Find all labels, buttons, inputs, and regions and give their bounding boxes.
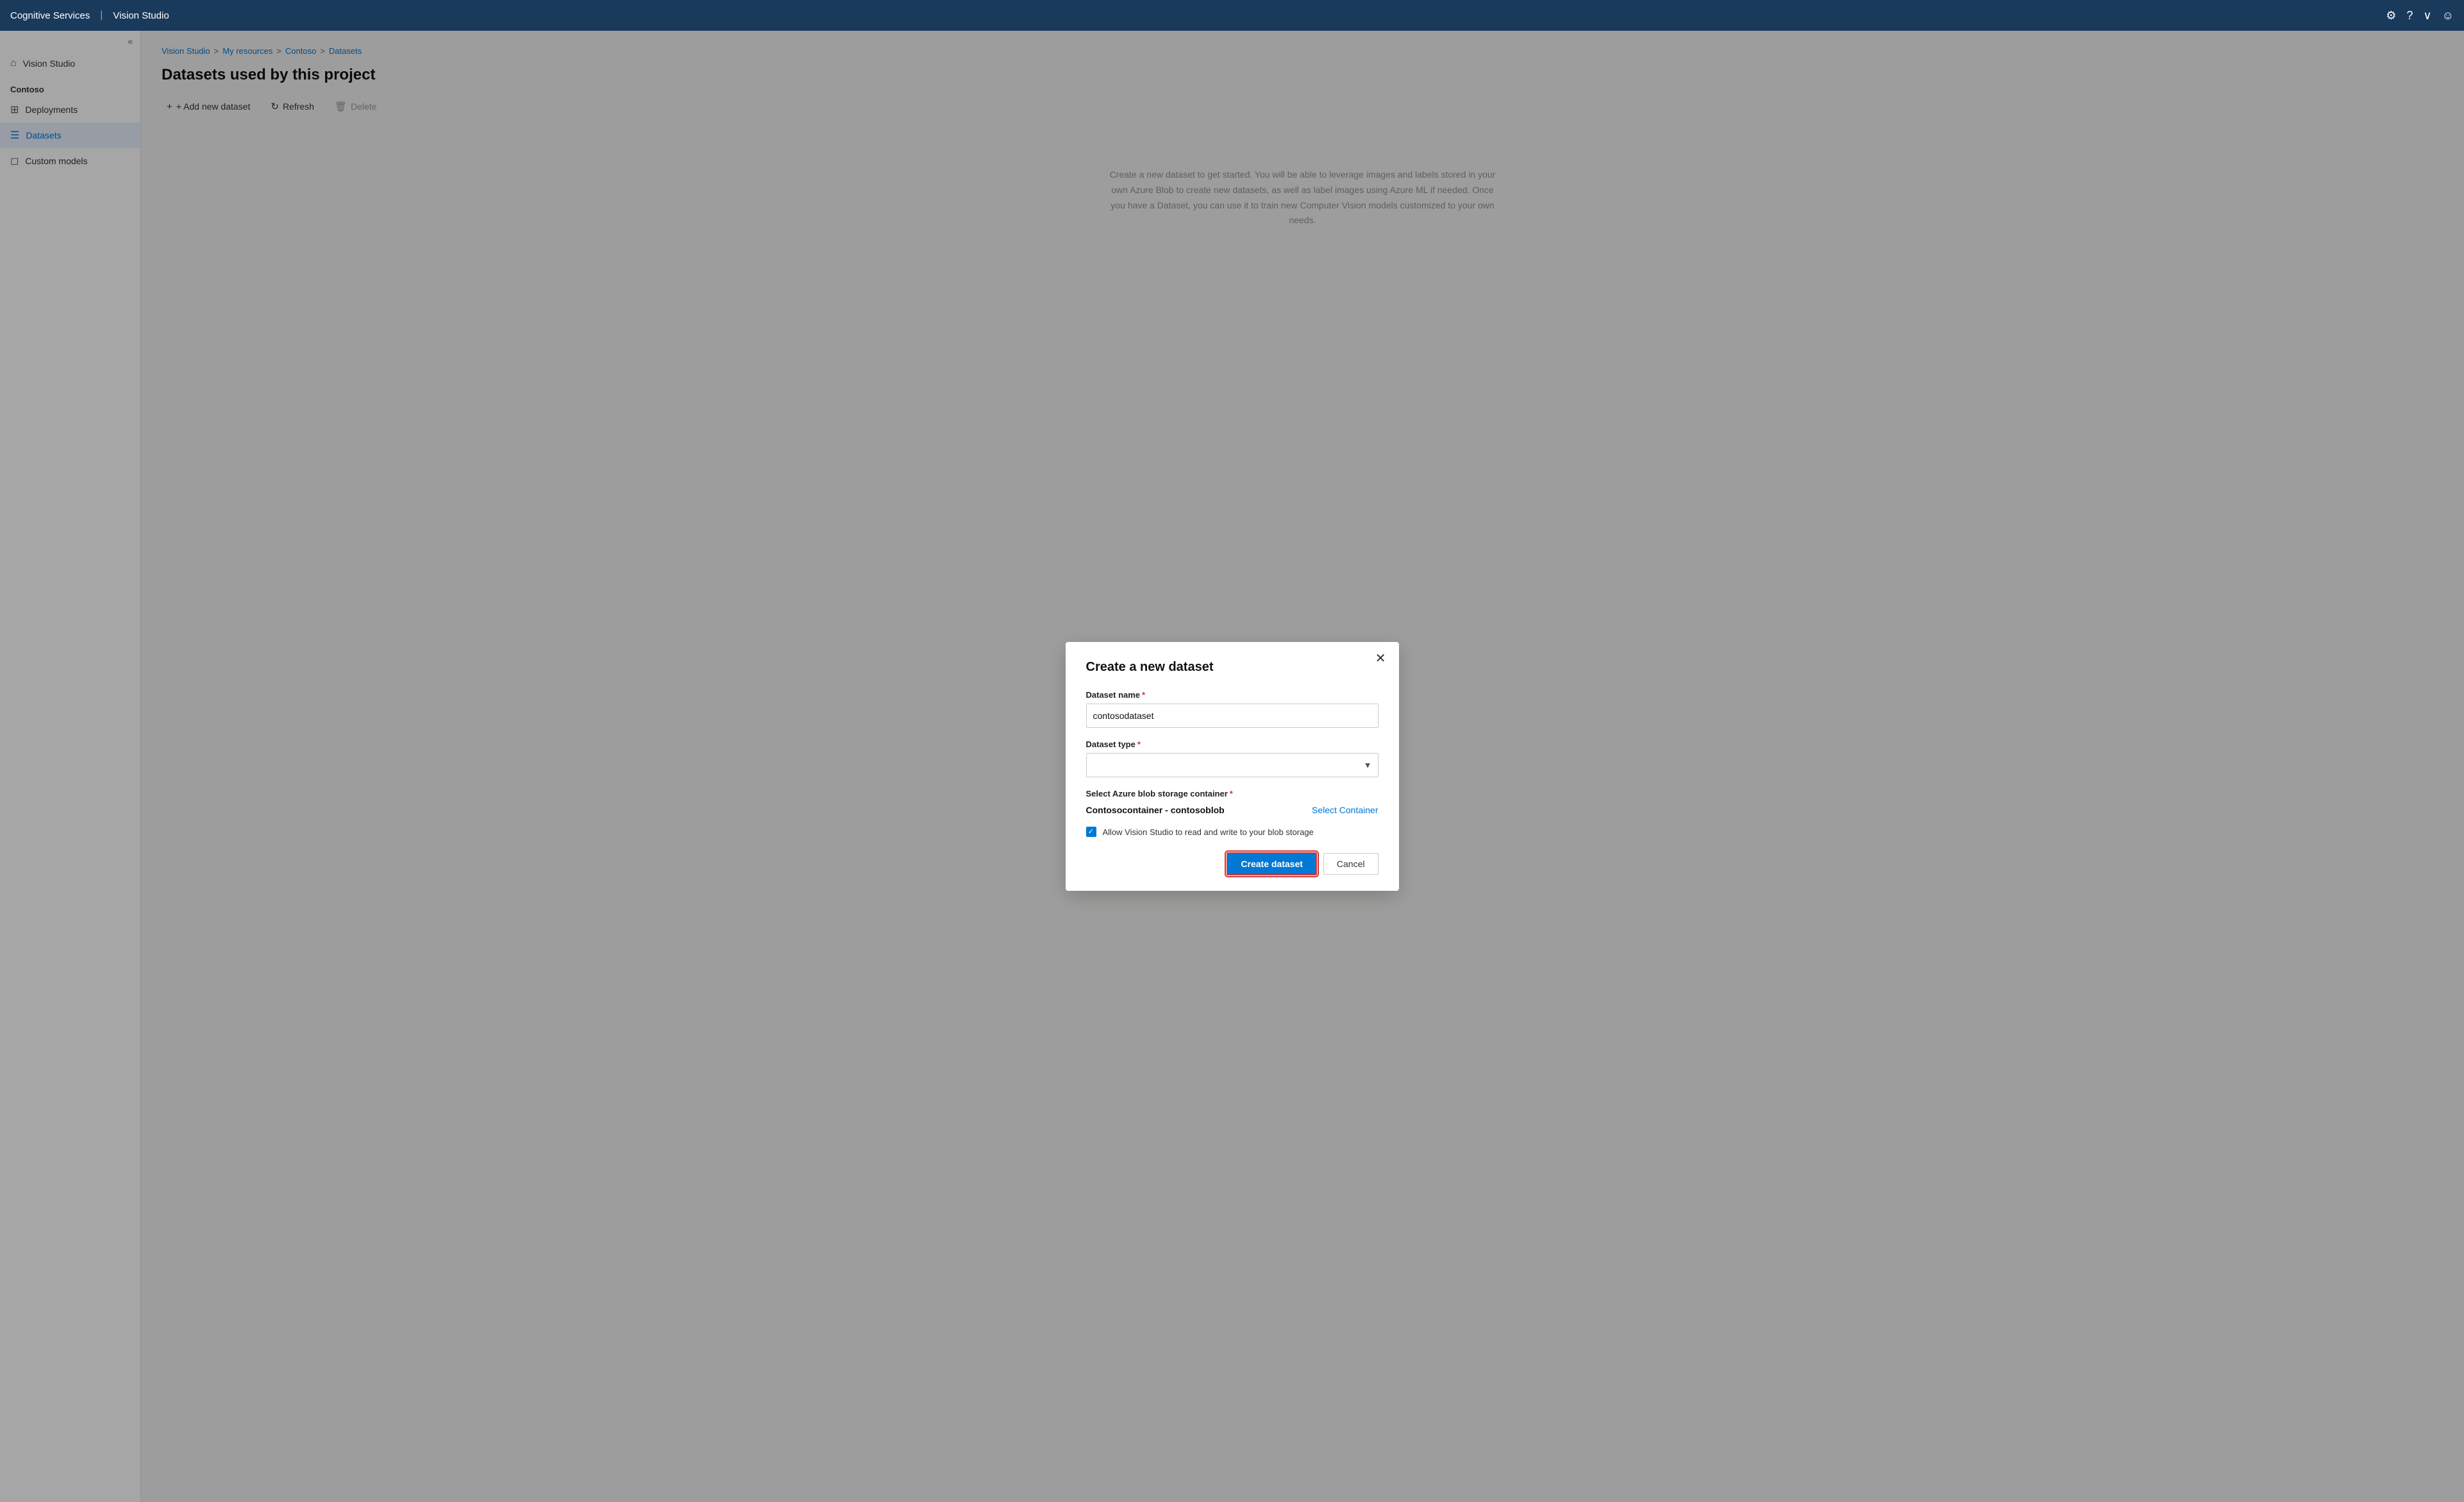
topbar: Cognitive Services | Vision Studio ⚙ ? ∨… [0, 0, 2464, 31]
help-icon[interactable]: ? [2406, 9, 2413, 22]
topbar-left: Cognitive Services | Vision Studio [10, 10, 169, 21]
dataset-name-group: Dataset name * [1086, 690, 1379, 728]
create-dataset-dialog: Create a new dataset ✕ Dataset name * Da… [1066, 642, 1399, 891]
dataset-name-input[interactable] [1086, 704, 1379, 728]
storage-row: Contosocontainer - contosoblob Select Co… [1086, 805, 1379, 815]
check-mark-icon: ✓ [1088, 829, 1094, 836]
checkbox-row: ✓ Allow Vision Studio to read and write … [1086, 827, 1379, 837]
topbar-brand: Cognitive Services [10, 10, 90, 21]
dataset-type-group: Dataset type * ▼ [1086, 739, 1379, 777]
cancel-button[interactable]: Cancel [1323, 853, 1379, 875]
settings-icon[interactable]: ⚙ [2386, 9, 2396, 22]
select-container-link[interactable]: Select Container [1312, 805, 1379, 815]
dataset-type-select-wrapper: ▼ [1086, 753, 1379, 777]
dialog-close-button[interactable]: ✕ [1375, 652, 1386, 665]
required-star-storage: * [1230, 789, 1233, 798]
dataset-name-label: Dataset name * [1086, 690, 1379, 700]
dataset-type-select[interactable] [1086, 753, 1379, 777]
storage-container-name: Contosocontainer - contosoblob [1086, 805, 1225, 815]
required-star-type: * [1137, 739, 1141, 749]
required-star: * [1142, 690, 1145, 700]
storage-label: Select Azure blob storage container * [1086, 789, 1379, 798]
checkbox-label: Allow Vision Studio to read and write to… [1103, 827, 1314, 837]
allow-access-checkbox[interactable]: ✓ [1086, 827, 1096, 837]
dropdown-icon[interactable]: ∨ [2423, 9, 2431, 22]
dialog-actions: Create dataset Cancel [1086, 852, 1379, 875]
create-dataset-button[interactable]: Create dataset [1227, 852, 1317, 875]
user-icon[interactable]: ☺ [2442, 9, 2454, 22]
topbar-right: ⚙ ? ∨ ☺ [2386, 9, 2454, 22]
dataset-type-label: Dataset type * [1086, 739, 1379, 749]
dialog-title: Create a new dataset [1086, 660, 1379, 675]
topbar-divider: | [100, 10, 103, 21]
dialog-overlay: Create a new dataset ✕ Dataset name * Da… [0, 31, 2464, 1502]
storage-container-group: Select Azure blob storage container * Co… [1086, 789, 1379, 815]
topbar-app: Vision Studio [113, 10, 169, 21]
